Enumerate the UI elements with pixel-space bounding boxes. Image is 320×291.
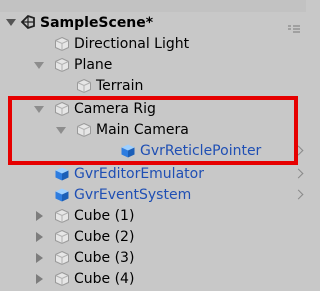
item-label: GvrEditorEmulator [74,165,204,182]
cube-outline-icon [54,250,70,266]
scene-name: SampleScene* [40,14,154,31]
list-item[interactable]: GvrEditorEmulator [0,163,306,184]
list-item[interactable]: Cube (2) [0,226,306,247]
cube-outline-icon [54,229,70,245]
item-label: GvrEventSystem [74,186,192,203]
cube-outline-icon [54,208,70,224]
item-label: Cube (2) [74,228,135,245]
list-item[interactable]: Plane [0,54,306,75]
collapse-arrow-icon[interactable] [36,211,43,221]
list-item[interactable]: Terrain [0,75,306,96]
hamburger-menu-icon[interactable] [288,22,300,33]
hierarchy-panel: SampleScene* Directional Light Plane Ter… [0,0,306,289]
item-label: Plane [74,56,113,73]
unity-scene-icon [20,14,36,30]
list-item[interactable]: Cube (3) [0,247,306,268]
expand-arrow-icon[interactable] [6,19,16,26]
panel-top-strip [0,0,306,12]
scene-row[interactable]: SampleScene* [0,12,306,33]
list-item[interactable]: GvrEventSystem [0,184,306,205]
cube-outline-icon [76,78,92,94]
cube-outline-icon [54,57,70,73]
item-label: Cube (4) [74,270,135,287]
item-label: Directional Light [74,35,190,52]
prefab-cube-icon [54,166,70,182]
chevron-right-icon[interactable] [293,189,304,200]
item-label: Terrain [96,77,144,94]
highlight-box [8,96,298,165]
collapse-arrow-icon[interactable] [36,253,43,263]
cube-outline-icon [54,271,70,287]
item-label: Cube (1) [74,207,135,224]
list-item[interactable]: Directional Light [0,33,306,54]
item-label: Cube (3) [74,249,135,266]
expand-arrow-icon[interactable] [34,62,44,69]
chevron-right-icon[interactable] [293,168,304,179]
collapse-arrow-icon[interactable] [36,274,43,284]
list-item[interactable]: Cube (4) [0,268,306,289]
list-item[interactable]: Cube (1) [0,205,306,226]
prefab-cube-icon [54,187,70,203]
collapse-arrow-icon[interactable] [36,232,43,242]
cube-outline-icon [54,36,70,52]
